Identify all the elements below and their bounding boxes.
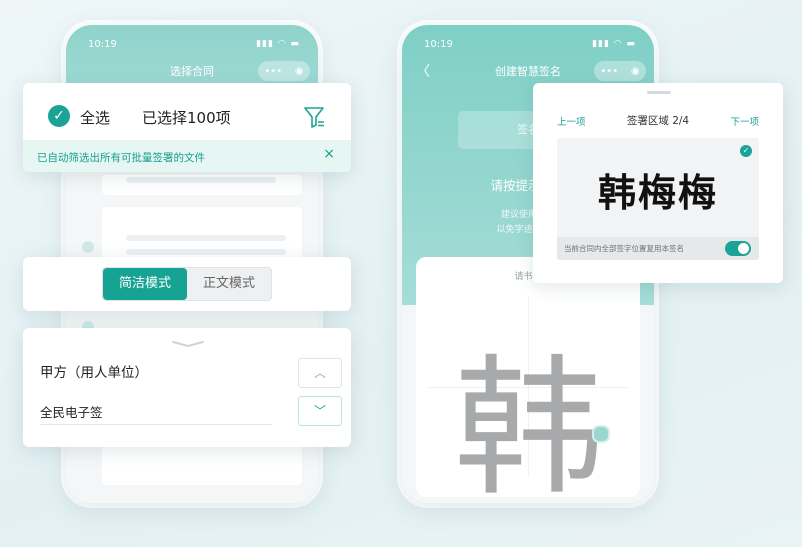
toggle-knob	[738, 243, 749, 254]
party-value: 全民电子签	[40, 405, 103, 420]
status-icons: ▮▮▮ ◠ ▬	[256, 39, 300, 49]
signature-preview[interactable]: ✓ 韩梅梅 当前合同内全部签字位置复用本签名	[557, 138, 759, 260]
party-card: 甲方（用人单位） 全民电子签 ︿ ﹀	[23, 328, 351, 447]
check-circle-icon: ✓	[740, 145, 752, 157]
next-field-button[interactable]: ﹀	[298, 396, 342, 426]
text-placeholder	[126, 249, 286, 255]
simple-mode-button[interactable]: 简洁模式	[103, 268, 187, 300]
list-item-placeholder	[102, 445, 302, 485]
notice-text: 已自动筛选出所有可批量签署的文件	[37, 152, 205, 164]
check-circle-icon[interactable]: ✓	[48, 105, 70, 127]
view-mode-card: 简洁模式 正文模式	[23, 257, 351, 311]
close-icon[interactable]: ×	[323, 146, 335, 162]
mini-program-capsule[interactable]: ••• ◉	[594, 61, 646, 81]
text-placeholder	[126, 177, 276, 183]
reuse-label: 当前合同内全部签字位置复用本签名	[564, 244, 684, 253]
handwriting-pad[interactable]: 请书写 韩	[416, 257, 640, 503]
close-circle-icon[interactable]: ◉	[631, 66, 640, 77]
select-all-label[interactable]: 全选	[80, 107, 110, 128]
status-icons: ▮▮▮ ◠ ▬	[592, 39, 636, 49]
view-mode-toggle: 简洁模式 正文模式	[102, 267, 272, 301]
next-item-link[interactable]: 下一项	[730, 114, 759, 128]
more-icon[interactable]: •••	[600, 66, 618, 77]
text-placeholder	[126, 235, 286, 241]
drag-handle-icon[interactable]	[171, 340, 205, 348]
more-icon[interactable]: •••	[264, 66, 282, 77]
filter-icon[interactable]	[303, 105, 325, 129]
status-time: 10:19	[88, 39, 117, 50]
reuse-toggle[interactable]	[725, 241, 751, 256]
row-check-icon[interactable]	[82, 241, 94, 253]
reuse-row: 当前合同内全部签字位置复用本签名	[557, 237, 759, 260]
pen-cursor-icon	[592, 425, 610, 443]
mini-program-capsule[interactable]: ••• ◉	[258, 61, 310, 81]
close-circle-icon[interactable]: ◉	[295, 66, 304, 77]
status-time: 10:19	[424, 39, 453, 50]
notice-bar: 已自动筛选出所有可批量签署的文件 ×	[23, 140, 351, 172]
full-text-mode-button[interactable]: 正文模式	[187, 268, 271, 300]
signature-area-card: 上一项 签署区域 2/4 下一项 ✓ 韩梅梅 当前合同内全部签字位置复用本签名	[533, 83, 783, 283]
select-all-card: ✓ 全选 已选择100项 已自动筛选出所有可批量签署的文件 ×	[23, 83, 351, 172]
party-label: 甲方（用人单位）	[40, 365, 148, 381]
drag-handle-icon[interactable]	[647, 91, 671, 94]
divider	[40, 424, 272, 425]
signature-text: 韩梅梅	[597, 171, 718, 215]
previous-field-button[interactable]: ︿	[298, 358, 342, 388]
trace-character: 韩	[454, 342, 605, 503]
selected-count: 已选择100项	[142, 109, 231, 127]
